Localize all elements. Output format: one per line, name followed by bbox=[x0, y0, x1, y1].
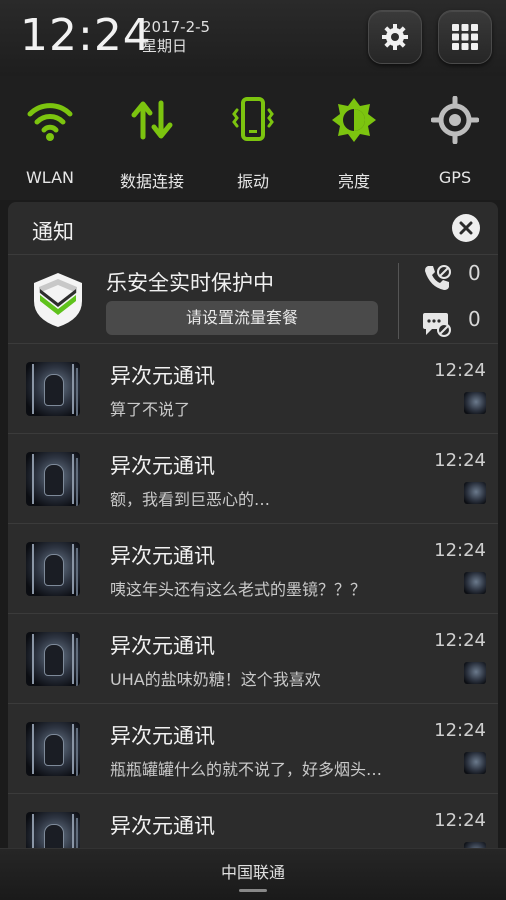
brightness-icon bbox=[332, 98, 376, 142]
small-avatar-icon bbox=[464, 392, 486, 414]
message-sender: 异次元通讯 bbox=[110, 634, 215, 658]
apps-button[interactable] bbox=[438, 10, 492, 64]
toggle-gps[interactable]: GPS bbox=[405, 92, 505, 192]
blocked-sms-count: 0 bbox=[468, 307, 481, 331]
toggle-data[interactable]: 数据连接 bbox=[102, 92, 202, 192]
message-text: 瓶瓶罐罐什么的就不说了，好多烟头… bbox=[110, 760, 383, 779]
avatar bbox=[26, 722, 80, 776]
data-sync-icon bbox=[131, 100, 173, 140]
toggle-label: 振动 bbox=[236, 172, 269, 191]
close-icon bbox=[459, 221, 473, 235]
message-time: 12:24 bbox=[434, 540, 486, 561]
clock: 12:24 bbox=[20, 10, 152, 61]
small-avatar-icon bbox=[464, 752, 486, 774]
set-data-plan-button[interactable]: 请设置流量套餐 bbox=[106, 301, 378, 335]
message-time: 12:24 bbox=[434, 810, 486, 831]
toggle-wlan[interactable]: WLAN bbox=[0, 92, 100, 192]
message-text: UHA的盐味奶糖！这个我喜欢 bbox=[110, 670, 321, 689]
avatar bbox=[26, 452, 80, 506]
date-block: 2017-2-5 星期日 bbox=[142, 18, 210, 56]
weekday-text: 星期日 bbox=[142, 37, 188, 55]
gps-icon bbox=[431, 96, 479, 144]
avatar bbox=[26, 542, 80, 596]
blocked-calls[interactable]: 0 bbox=[422, 261, 492, 295]
clear-notifications-button[interactable] bbox=[452, 214, 480, 242]
small-avatar-icon bbox=[464, 572, 486, 594]
status-header: 12:24 2017-2-5 星期日 bbox=[0, 0, 506, 76]
wifi-icon bbox=[27, 103, 73, 141]
security-notification[interactable]: 乐安全实时保护中 请设置流量套餐 0 0 bbox=[8, 254, 498, 344]
toggle-label: 数据连接 bbox=[119, 172, 184, 191]
toggle-brightness[interactable]: 亮度 bbox=[304, 92, 404, 192]
toggle-label: 亮度 bbox=[337, 172, 370, 191]
toggle-vibrate[interactable]: 振动 bbox=[203, 92, 303, 192]
settings-button[interactable] bbox=[368, 10, 422, 64]
message-text: 算了不说了 bbox=[110, 400, 191, 419]
avatar bbox=[26, 362, 80, 416]
message-sender: 异次元通讯 bbox=[110, 364, 215, 388]
blocked-sms-icon bbox=[423, 313, 451, 337]
notification-panel: 通知 乐安全实时保护中 请设置流量套餐 0 0 异次元通讯 算了不说了 12:2… bbox=[8, 202, 498, 862]
date-text: 2017-2-5 bbox=[142, 18, 211, 36]
message-time: 12:24 bbox=[434, 450, 486, 471]
carrier-footer[interactable]: 中国联通 bbox=[0, 848, 506, 900]
message-sender: 异次元通讯 bbox=[110, 814, 215, 838]
blocked-sms[interactable]: 0 bbox=[422, 307, 492, 341]
message-sender: 异次元通讯 bbox=[110, 724, 215, 748]
security-title: 乐安全实时保护中 bbox=[106, 271, 274, 295]
small-avatar-icon bbox=[464, 482, 486, 504]
message-notification[interactable]: 异次元通讯 咦这年头还有这么老式的墨镜？？？ 12:24 bbox=[8, 524, 498, 614]
message-notification[interactable]: 异次元通讯 算了不说了 12:24 bbox=[8, 344, 498, 434]
blocked-call-icon bbox=[425, 265, 451, 290]
toggle-label: GPS bbox=[438, 168, 472, 187]
message-notification[interactable]: 异次元通讯 额，我看到巨恶心的… 12:24 bbox=[8, 434, 498, 524]
carrier-name: 中国联通 bbox=[220, 863, 285, 882]
message-sender: 异次元通讯 bbox=[110, 454, 215, 478]
message-time: 12:24 bbox=[434, 630, 486, 651]
vibrate-icon bbox=[232, 97, 274, 141]
avatar bbox=[26, 632, 80, 686]
panel-title: 通知 bbox=[32, 220, 74, 244]
message-text: 咦这年头还有这么老式的墨镜？？？ bbox=[110, 580, 367, 599]
message-notification[interactable]: 异次元通讯 UHA的盐味奶糖！这个我喜欢 12:24 bbox=[8, 614, 498, 704]
drag-handle[interactable] bbox=[239, 889, 267, 892]
grid-icon bbox=[452, 24, 478, 50]
blocked-calls-count: 0 bbox=[468, 261, 481, 285]
small-avatar-icon bbox=[464, 662, 486, 684]
toggle-label: WLAN bbox=[25, 168, 74, 187]
divider bbox=[398, 263, 399, 339]
message-time: 12:24 bbox=[434, 360, 486, 381]
shield-icon bbox=[34, 273, 82, 327]
message-sender: 异次元通讯 bbox=[110, 544, 215, 568]
message-notification[interactable]: 异次元通讯 瓶瓶罐罐什么的就不说了，好多烟头… 12:24 bbox=[8, 704, 498, 794]
message-text: 额，我看到巨恶心的… bbox=[110, 490, 271, 509]
quick-toggles: WLAN 数据连接 振动 亮度 GPS bbox=[0, 76, 506, 200]
gear-icon bbox=[382, 24, 408, 50]
message-time: 12:24 bbox=[434, 720, 486, 741]
